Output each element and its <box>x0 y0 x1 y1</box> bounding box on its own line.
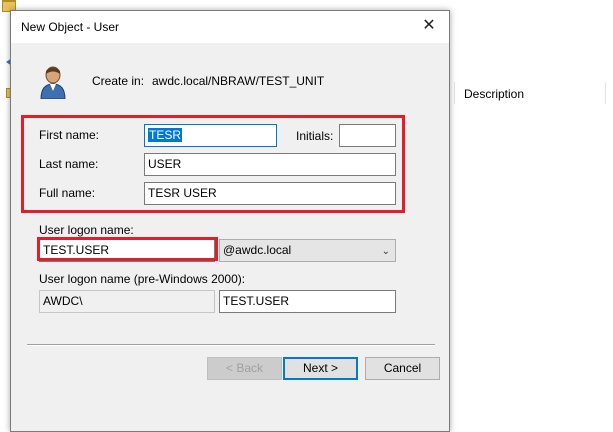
back-button[interactable]: < Back <box>207 357 282 380</box>
cancel-button[interactable]: Cancel <box>365 357 440 380</box>
domain-suffix-select[interactable]: @awdc.local ⌄ <box>219 239 396 262</box>
column-header-label: Description <box>464 87 525 101</box>
full-name-label: Full name: <box>39 186 96 200</box>
last-name-label: Last name: <box>39 157 99 171</box>
first-name-value: TESR <box>148 128 183 142</box>
pre2000-logon-input[interactable]: TEST.USER <box>219 290 396 313</box>
create-in-label: Create in: <box>92 74 145 88</box>
initials-input[interactable] <box>339 124 396 147</box>
column-divider <box>605 82 606 104</box>
close-button[interactable]: ✕ <box>411 12 447 40</box>
new-user-dialog: New Object - User ✕ Create in: awdc.loca… <box>10 10 450 432</box>
first-name-input[interactable]: TESR <box>144 124 277 147</box>
logon-name-label: User logon name: <box>39 223 134 237</box>
full-name-input[interactable]: TESR USER <box>144 182 396 205</box>
initials-label: Initials: <box>296 129 334 143</box>
dialog-title: New Object - User <box>21 20 120 34</box>
dialog-titlebar[interactable]: New Object - User ✕ <box>11 11 449 43</box>
column-header-description[interactable]: Description <box>454 82 607 104</box>
first-name-label: First name: <box>39 128 100 142</box>
logon-name-input[interactable]: TEST.USER <box>39 239 215 262</box>
domain-suffix-value: @awdc.local <box>223 243 292 257</box>
last-name-input[interactable]: USER <box>144 153 396 176</box>
create-in-value: awdc.local/NBRAW/TEST_UNIT <box>152 74 325 88</box>
pre2000-domain-field: AWDC\ <box>39 290 215 313</box>
close-icon: ✕ <box>422 17 436 34</box>
user-icon <box>40 66 66 99</box>
next-button[interactable]: Next > <box>283 357 358 380</box>
button-separator <box>27 344 435 346</box>
pre2000-label: User logon name (pre-Windows 2000): <box>39 272 246 286</box>
chevron-down-icon: ⌄ <box>381 246 390 257</box>
